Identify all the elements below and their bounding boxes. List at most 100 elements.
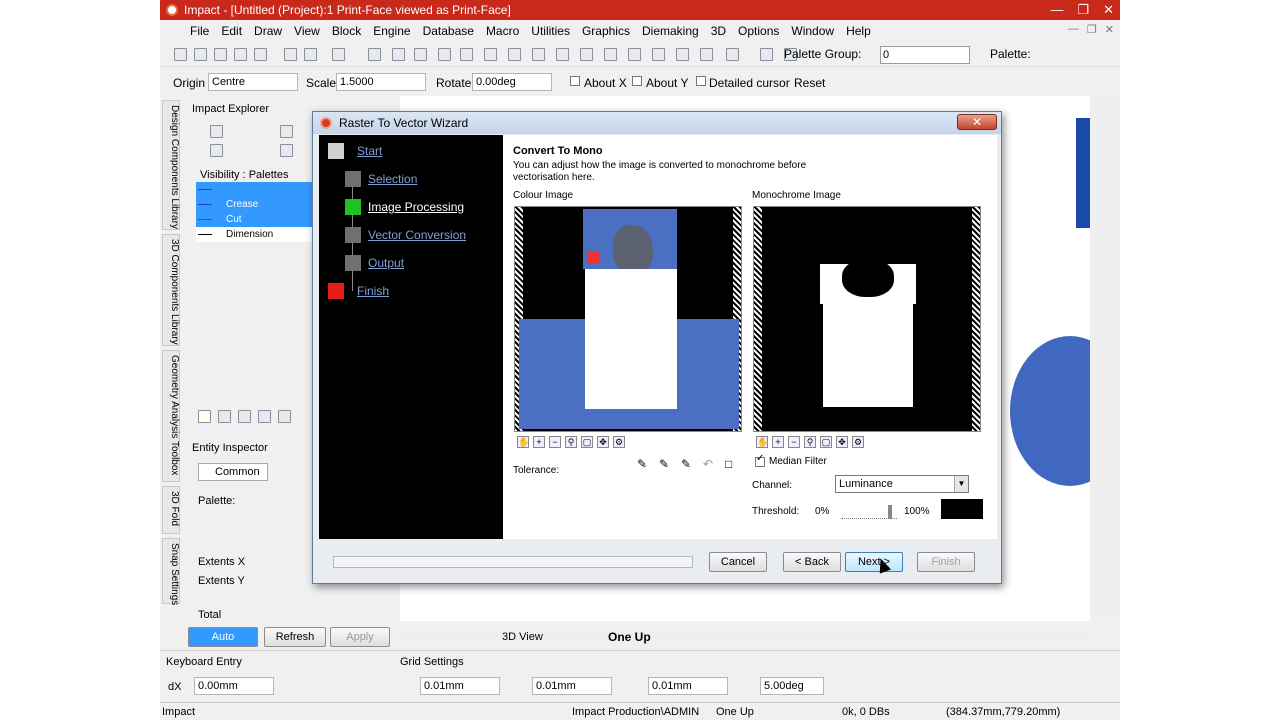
menu-file[interactable]: File — [190, 24, 209, 38]
common-tab[interactable]: Common — [198, 463, 268, 481]
step-output[interactable]: Output — [368, 256, 404, 270]
dialog-close-button[interactable]: ✕ — [957, 114, 997, 130]
step-start[interactable]: Start — [357, 144, 382, 158]
tool-f-icon[interactable] — [508, 48, 521, 61]
menu-view[interactable]: View — [294, 24, 320, 38]
redo-icon[interactable] — [368, 48, 381, 61]
close-doc-icon[interactable] — [254, 48, 267, 61]
new-icon[interactable] — [174, 48, 187, 61]
menu-block[interactable]: Block — [332, 24, 361, 38]
explorer-tool-b-icon[interactable] — [280, 125, 293, 138]
zoom-out-icon[interactable]: − — [788, 436, 800, 448]
dx-input[interactable]: 0.00mm — [194, 677, 274, 695]
grid-angle-input[interactable]: 5.00deg — [760, 677, 824, 695]
palette-group-select[interactable]: 0 — [880, 46, 970, 64]
close-icon[interactable]: ✕ — [1103, 0, 1114, 20]
zoom-out-icon[interactable]: − — [549, 436, 561, 448]
undo-icon[interactable] — [332, 48, 345, 61]
minimize-icon[interactable]: — — [1050, 0, 1063, 20]
maximize-icon[interactable]: ❐ — [1077, 0, 1089, 20]
step-image-processing[interactable]: Image Processing — [368, 200, 464, 214]
pen-minus-icon[interactable]: ✎ — [681, 457, 697, 473]
zoom-icon[interactable]: ⚲ — [565, 436, 577, 448]
tool-l-icon[interactable] — [652, 48, 665, 61]
tool-p-icon[interactable] — [760, 48, 773, 61]
list-tool-icon[interactable] — [238, 410, 251, 423]
auto-button[interactable]: Auto — [188, 627, 258, 647]
print-icon[interactable] — [284, 48, 297, 61]
tool-g-icon[interactable] — [532, 48, 545, 61]
bar-chart-icon[interactable] — [198, 410, 211, 423]
reset-button[interactable]: Reset — [794, 76, 825, 90]
explorer-tool-c-icon[interactable] — [210, 144, 223, 157]
fit-icon[interactable]: ▢ — [581, 436, 593, 448]
menu-macro[interactable]: Macro — [486, 24, 519, 38]
tool-i-icon[interactable] — [580, 48, 593, 61]
grab-icon[interactable]: ✋ — [756, 436, 768, 448]
tool-j-icon[interactable] — [604, 48, 617, 61]
menu-diemaking[interactable]: Diemaking — [642, 24, 699, 38]
scale-input[interactable]: 1.5000 — [336, 73, 426, 91]
explorer-tool-a-icon[interactable] — [210, 125, 223, 138]
step-vector-conversion[interactable]: Vector Conversion — [368, 228, 466, 242]
mdi-restore-icon[interactable]: ❐ — [1087, 23, 1097, 36]
menu-window[interactable]: Window — [791, 24, 834, 38]
save-all-icon[interactable] — [234, 48, 247, 61]
palette-row[interactable]: Cut — [196, 212, 312, 227]
3d-fold-tab[interactable]: 3D Fold — [162, 486, 180, 534]
geometry-analysis-tab[interactable]: Geometry Analysis Toolbox — [162, 350, 180, 482]
settings-icon[interactable]: ⚙ — [852, 436, 864, 448]
palette-row[interactable]: Dimension — [196, 227, 312, 242]
finish-button[interactable]: Finish — [917, 552, 975, 572]
channel-select[interactable]: Luminance ▼ — [835, 475, 969, 493]
3d-components-tab[interactable]: 3D Components Library — [162, 234, 180, 346]
next-button[interactable]: Next > — [845, 552, 903, 572]
tool-d-icon[interactable] — [460, 48, 473, 61]
about-y-checkbox[interactable] — [632, 76, 642, 86]
menu-utilities[interactable]: Utilities — [531, 24, 570, 38]
design-components-tab[interactable]: Design Components Library — [162, 100, 180, 230]
grid-y-input[interactable]: 0.01mm — [532, 677, 612, 695]
tool-c-icon[interactable] — [438, 48, 451, 61]
3d-view-tab[interactable]: 3D View — [502, 631, 543, 643]
step-finish[interactable]: Finish — [357, 284, 389, 298]
pan-icon[interactable]: ✥ — [597, 436, 609, 448]
select-rect-icon[interactable]: □ — [725, 457, 741, 473]
menu-engine[interactable]: Engine — [373, 24, 410, 38]
origin-select[interactable]: Centre — [208, 73, 298, 91]
pen-icon[interactable]: ✎ — [637, 457, 653, 473]
zoom-icon[interactable]: ⚲ — [804, 436, 816, 448]
search-icon[interactable] — [278, 410, 291, 423]
tool-a-icon[interactable] — [392, 48, 405, 61]
tool-h-icon[interactable] — [556, 48, 569, 61]
undo-small-icon[interactable]: ↶ — [703, 457, 719, 473]
tool-e-icon[interactable] — [484, 48, 497, 61]
snap-settings-tab[interactable]: Snap Settings — [162, 538, 180, 605]
palette-row[interactable]: Crease — [196, 197, 312, 212]
grid-x-input[interactable]: 0.01mm — [420, 677, 500, 695]
menu-help[interactable]: Help — [846, 24, 871, 38]
open-icon[interactable] — [194, 48, 207, 61]
detailed-cursor-checkbox[interactable] — [696, 76, 706, 86]
cancel-button[interactable]: Cancel — [709, 552, 767, 572]
threshold-slider[interactable] — [841, 505, 897, 519]
menu-3d[interactable]: 3D — [711, 24, 726, 38]
pan-icon[interactable]: ✥ — [836, 436, 848, 448]
line-tool-icon[interactable] — [218, 410, 231, 423]
tool-n-icon[interactable] — [700, 48, 713, 61]
print-preview-icon[interactable] — [304, 48, 317, 61]
step-selection[interactable]: Selection — [368, 172, 417, 186]
save-icon[interactable] — [214, 48, 227, 61]
back-button[interactable]: < Back — [783, 552, 841, 572]
grab-icon[interactable]: ✋ — [517, 436, 529, 448]
tool-o-icon[interactable] — [726, 48, 739, 61]
menu-options[interactable]: Options — [738, 24, 779, 38]
pen-plus-icon[interactable]: ✎ — [659, 457, 675, 473]
mdi-close-icon[interactable]: ✕ — [1105, 23, 1114, 36]
fit-icon[interactable]: ▢ — [820, 436, 832, 448]
about-x-checkbox[interactable] — [570, 76, 580, 86]
rotate-input[interactable]: 0.00deg — [472, 73, 552, 91]
tool-b-icon[interactable] — [414, 48, 427, 61]
tool-m-icon[interactable] — [676, 48, 689, 61]
refresh-button[interactable]: Refresh — [264, 627, 326, 647]
